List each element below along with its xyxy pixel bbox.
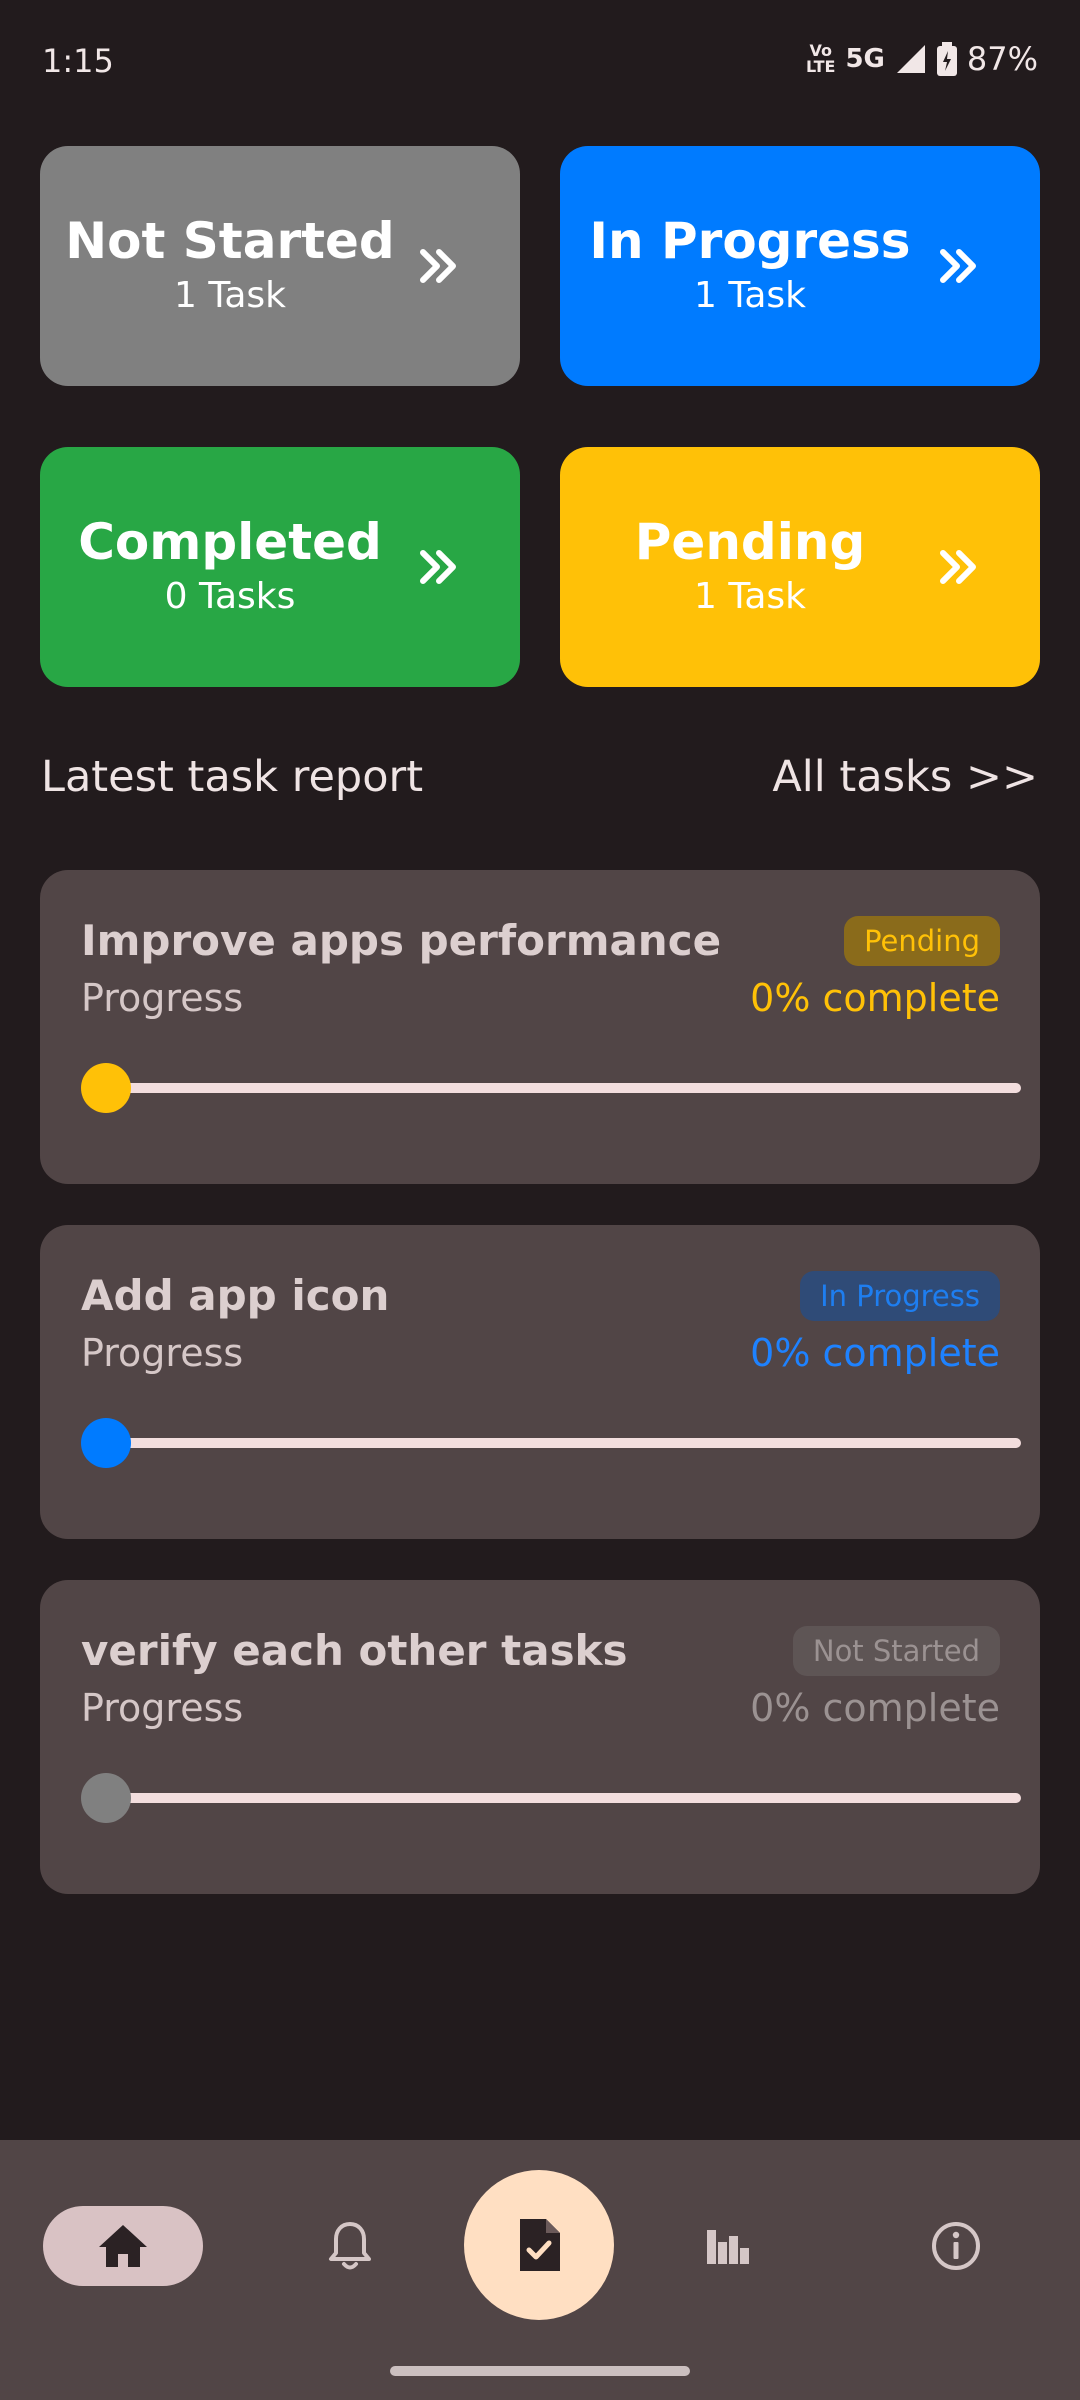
category-title: Completed — [78, 513, 382, 571]
progress-track[interactable] — [104, 1083, 1021, 1093]
task-title: Improve apps performance — [81, 916, 722, 965]
battery-icon — [936, 42, 957, 76]
bell-icon — [329, 2222, 371, 2270]
progress-label: Progress — [81, 1331, 244, 1375]
bottom-navigation — [0, 2140, 1080, 2400]
nav-notifications-button[interactable] — [320, 2216, 380, 2276]
category-count: 1 Task — [173, 275, 287, 316]
task-card[interactable]: verify each other tasks Not Started Prog… — [40, 1580, 1040, 1894]
progress-label: Progress — [81, 1686, 244, 1730]
progress-track[interactable] — [104, 1438, 1021, 1448]
category-card-completed[interactable]: Completed 0 Tasks — [40, 447, 520, 687]
double-chevron-right-icon — [940, 249, 976, 283]
progress-label: Progress — [81, 976, 244, 1020]
status-badge: In Progress — [800, 1271, 1000, 1321]
progress-value: 0% complete — [750, 1686, 1000, 1730]
task-title: verify each other tasks — [81, 1626, 628, 1675]
chart-icon — [707, 2230, 749, 2264]
home-icon — [99, 2225, 147, 2267]
category-title: In Progress — [589, 212, 911, 270]
status-icons: Vo LTE 5G 87% — [806, 40, 1038, 78]
category-title: Not Started — [65, 212, 395, 270]
progress-value: 0% complete — [750, 1331, 1000, 1375]
network-type: 5G — [845, 44, 885, 74]
category-count: 0 Tasks — [164, 576, 296, 617]
nav-tasks-fab[interactable] — [464, 2170, 614, 2320]
status-badge: Pending — [844, 916, 1000, 966]
signal-icon — [896, 45, 925, 73]
progress-slider-thumb[interactable] — [81, 1773, 131, 1823]
category-count: 1 Task — [693, 275, 807, 316]
category-title: Pending — [634, 513, 866, 571]
info-icon — [932, 2222, 980, 2270]
progress-value: 0% complete — [750, 976, 1000, 1020]
task-title: Add app icon — [81, 1271, 390, 1320]
nav-info-button[interactable] — [926, 2216, 986, 2276]
category-count: 1 Task — [693, 576, 807, 617]
task-card[interactable]: Add app icon In Progress Progress 0% com… — [40, 1225, 1040, 1539]
section-title: Latest task report — [41, 752, 424, 802]
double-chevron-right-icon — [420, 550, 456, 584]
task-card[interactable]: Improve apps performance Pending Progres… — [40, 870, 1040, 1184]
progress-slider-thumb[interactable] — [81, 1063, 131, 1113]
status-badge: Not Started — [792, 1626, 1000, 1676]
category-card-in-progress[interactable]: In Progress 1 Task — [560, 146, 1040, 386]
status-bar: 1:15 Vo LTE 5G 87% — [0, 0, 1080, 120]
volte-indicator: Vo LTE — [806, 41, 836, 76]
category-card-pending[interactable]: Pending 1 Task — [560, 447, 1040, 687]
home-indicator[interactable] — [390, 2366, 690, 2376]
nav-home-button[interactable] — [43, 2206, 203, 2286]
progress-slider-thumb[interactable] — [81, 1418, 131, 1468]
task-document-icon — [520, 2219, 560, 2271]
battery-percent: 87% — [966, 40, 1038, 78]
progress-track[interactable] — [104, 1793, 1021, 1803]
status-time: 1:15 — [42, 42, 114, 80]
double-chevron-right-icon — [940, 550, 976, 584]
all-tasks-link[interactable]: All tasks >> — [772, 752, 1038, 802]
category-card-not-started[interactable]: Not Started 1 Task — [40, 146, 520, 386]
nav-statistics-button[interactable] — [698, 2216, 758, 2276]
double-chevron-right-icon — [420, 249, 456, 283]
